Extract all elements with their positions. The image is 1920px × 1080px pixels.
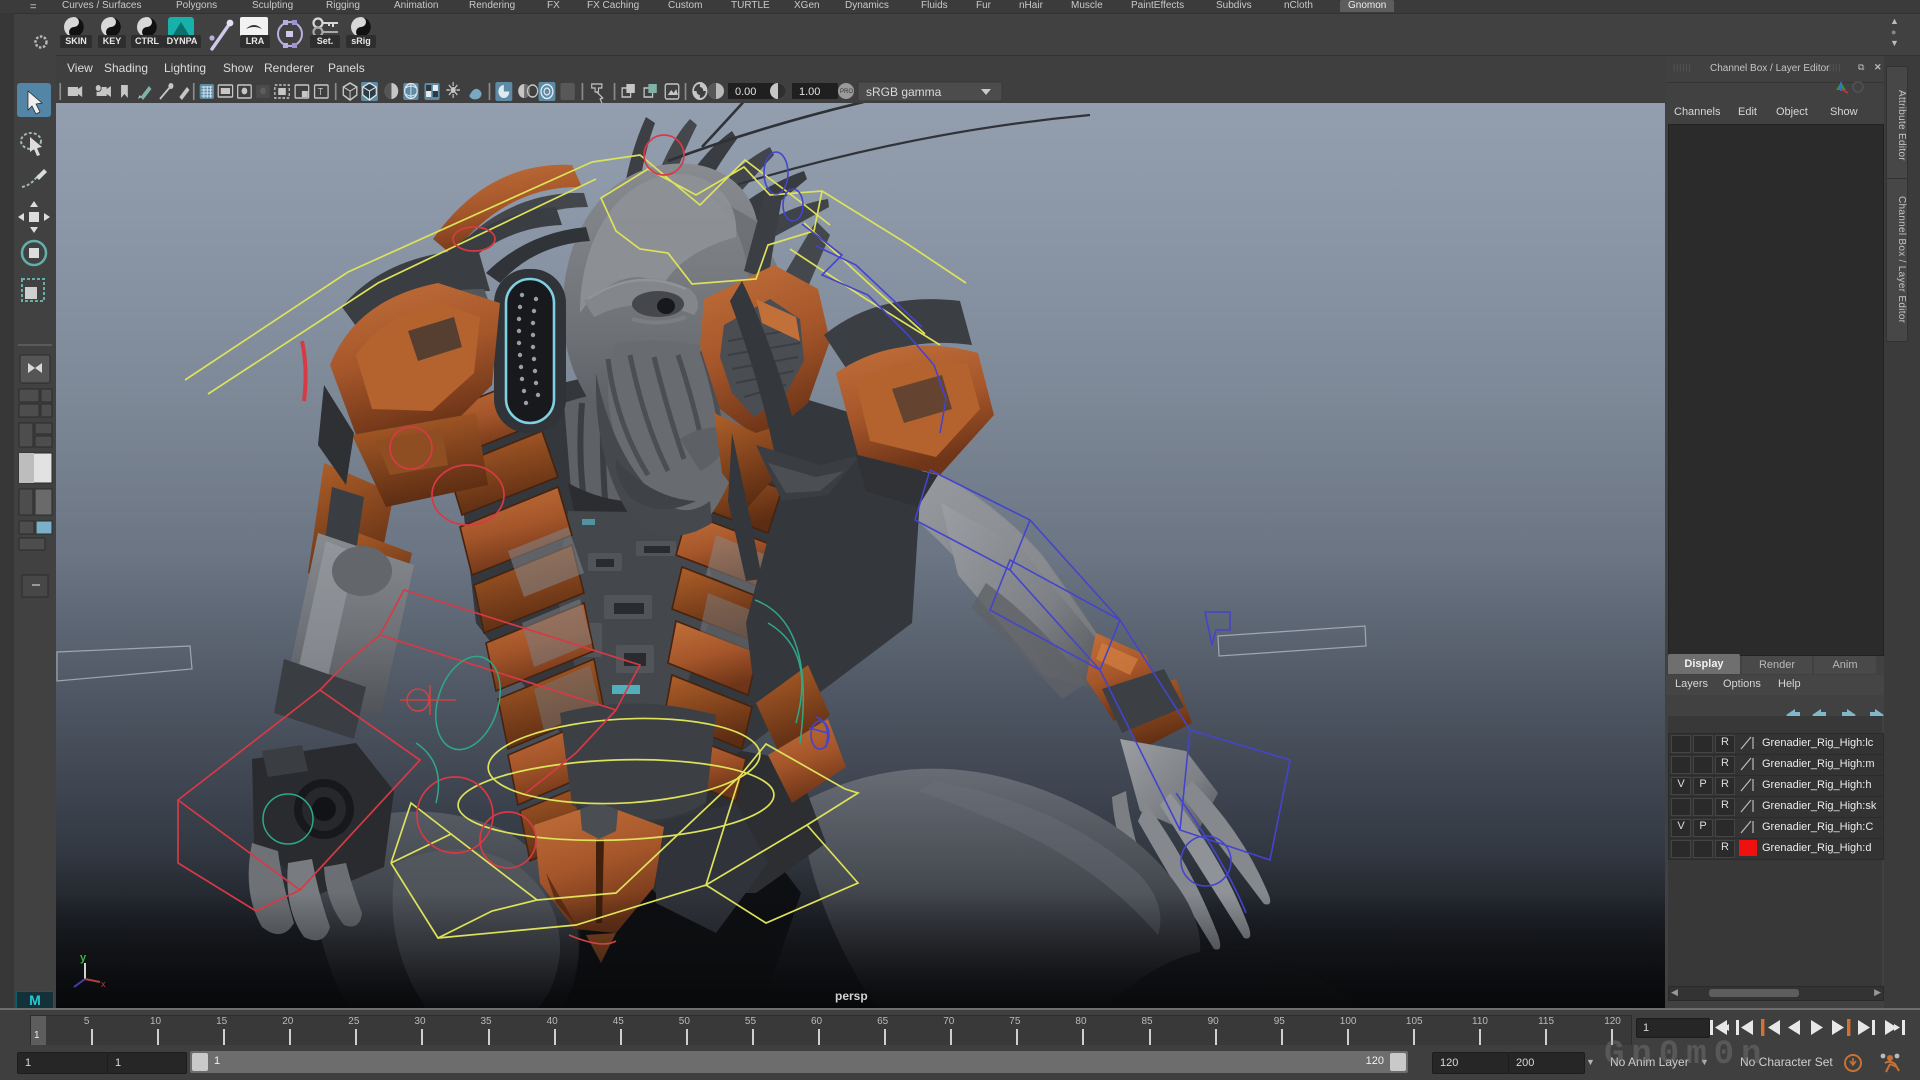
- svg-text:0.00: 0.00: [735, 86, 756, 98]
- svg-text:sRGB gamma: sRGB gamma: [866, 85, 942, 99]
- svg-text:x: x: [101, 979, 106, 989]
- svg-text:persp: persp: [835, 989, 868, 1003]
- svg-text:y: y: [80, 952, 87, 964]
- svg-text:PRO: PRO: [840, 89, 853, 95]
- svg-text:1.00: 1.00: [799, 86, 820, 98]
- svg-text:T: T: [318, 86, 323, 97]
